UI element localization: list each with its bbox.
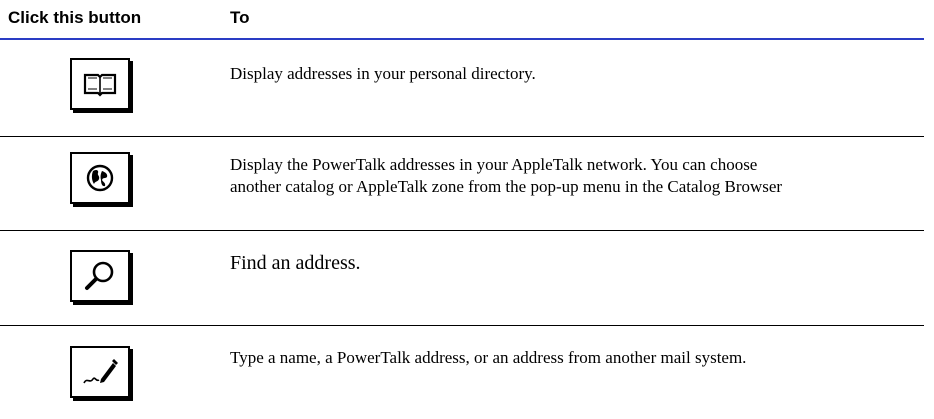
header-rule: [0, 38, 924, 40]
find-button[interactable]: [70, 250, 130, 302]
globe-icon: [84, 162, 116, 194]
column-header-action: To: [230, 8, 250, 27]
column-header-button: Click this button: [8, 8, 142, 27]
book-icon: [82, 70, 118, 98]
row-description-continued: another catalog or AppleTalk zone from t…: [230, 177, 783, 196]
pen-icon: [81, 355, 119, 389]
row-divider: [0, 230, 924, 231]
row-description: Find an address.: [230, 252, 361, 274]
row-description: Display addresses in your personal direc…: [230, 64, 536, 83]
type-address-button[interactable]: [70, 346, 130, 398]
row-divider: [0, 325, 924, 326]
row-description: Type a name, a PowerTalk address, or an …: [230, 348, 747, 367]
catalog-browser-button[interactable]: [70, 152, 130, 204]
row-divider: [0, 136, 924, 137]
magnifier-icon: [82, 258, 118, 294]
personal-directory-button[interactable]: [70, 58, 130, 110]
row-description: Display the PowerTalk addresses in your …: [230, 155, 758, 174]
